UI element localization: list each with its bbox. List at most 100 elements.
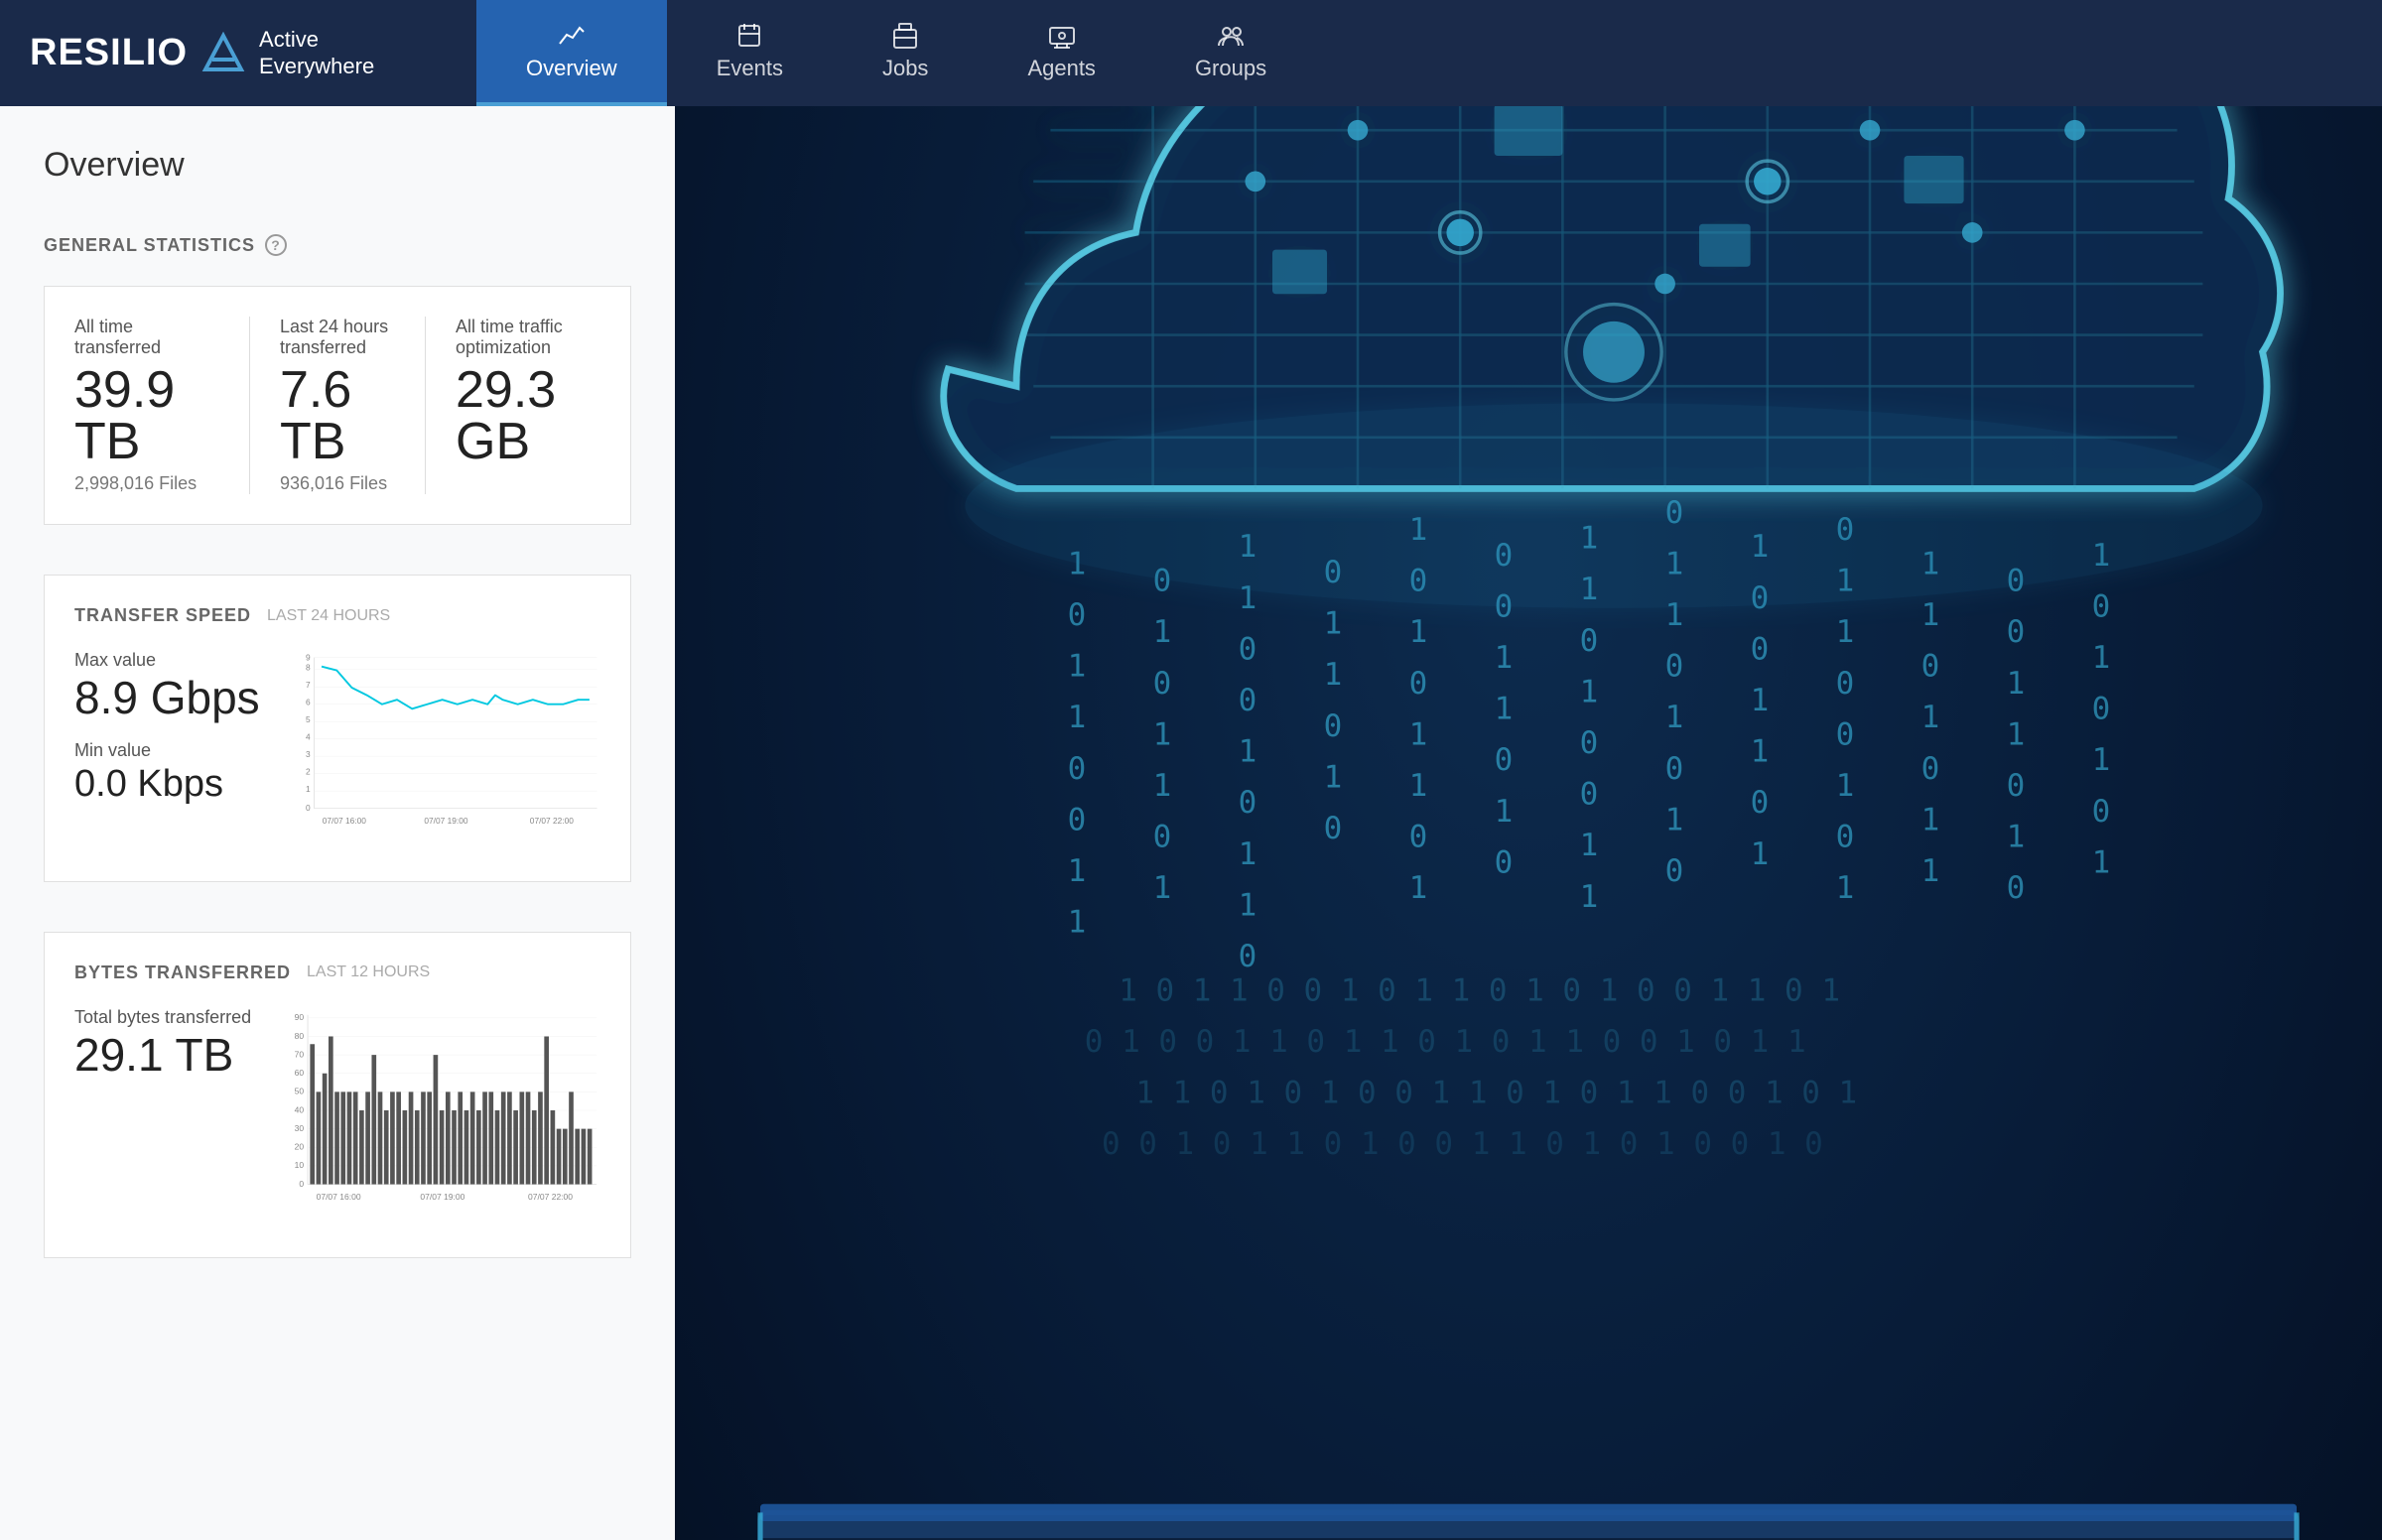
svg-text:1: 1: [1409, 614, 1428, 650]
svg-text:9: 9: [306, 653, 311, 663]
navbar: RESILIO Active Everywhere Overview: [0, 0, 2382, 106]
svg-text:1: 1: [1580, 879, 1599, 915]
svg-text:1: 1: [2007, 666, 2026, 702]
tab-agents[interactable]: Agents: [978, 0, 1145, 106]
svg-text:0: 0: [1153, 666, 1172, 702]
svg-text:0: 0: [1580, 777, 1599, 813]
svg-text:1: 1: [1921, 597, 1940, 633]
help-icon[interactable]: ?: [265, 234, 287, 256]
jobs-icon: [891, 22, 919, 50]
events-icon: [735, 22, 763, 50]
cloud-illustration: 1 0 1 1 0 0 1 1 0 1 0 1 1 0 1 1 1 0 0 1 0 1 1 0 0 1 1 0 1 0…: [675, 106, 2382, 1540]
svg-text:1: 1: [1836, 870, 1855, 906]
svg-text:0: 0: [1409, 666, 1428, 702]
svg-text:0: 0: [306, 803, 311, 813]
svg-text:30: 30: [295, 1123, 305, 1133]
svg-text:0: 0: [1921, 751, 1940, 787]
svg-text:0: 0: [2092, 794, 2111, 830]
svg-text:1 0 1 1 0 0 1 0 1 1 0 1 0 1 0: 1 0 1 1 0 0 1 0 1 1 0 1 0 1 0 0 1 1 0 1: [1119, 972, 1840, 1008]
svg-text:1: 1: [1324, 759, 1343, 795]
svg-text:1: 1: [1239, 836, 1257, 872]
bytes-transferred-header: BYTES TRANSFERRED LAST 12 HOURS: [74, 962, 600, 983]
svg-text:1: 1: [2092, 742, 2111, 778]
transfer-speed-meta: Max value 8.9 Gbps Min value 0.0 Kbps: [74, 650, 260, 823]
transfer-speed-chart-row: Max value 8.9 Gbps Min value 0.0 Kbps AV…: [74, 650, 600, 851]
svg-text:0: 0: [1665, 853, 1684, 889]
svg-text:40: 40: [295, 1104, 305, 1114]
svg-text:1: 1: [1836, 768, 1855, 804]
svg-text:0: 0: [1580, 725, 1599, 761]
main-area: Overview GENERAL STATISTICS ? All time t…: [0, 106, 2382, 1540]
svg-text:0: 0: [1239, 631, 1257, 667]
svg-text:0: 0: [1239, 785, 1257, 821]
general-stats-section: All time transferred 39.9 TB 2,998,016 F…: [44, 286, 631, 525]
svg-text:1: 1: [1495, 692, 1514, 727]
transfer-speed-header: TRANSFER SPEED LAST 24 HOURS: [74, 605, 600, 626]
groups-icon: [1217, 22, 1245, 50]
svg-text:1: 1: [1153, 768, 1172, 804]
left-panel: Overview GENERAL STATISTICS ? All time t…: [0, 106, 675, 1540]
svg-text:1: 1: [1239, 887, 1257, 923]
svg-text:1: 1: [1068, 649, 1087, 685]
logo-subtitle: Active Everywhere: [259, 27, 374, 79]
svg-text:0: 0: [1580, 623, 1599, 659]
svg-text:10: 10: [295, 1160, 305, 1170]
svg-text:1: 1: [1153, 870, 1172, 906]
svg-text:3: 3: [306, 749, 311, 759]
svg-text:1: 1: [306, 784, 311, 794]
svg-text:0: 0: [1921, 649, 1940, 685]
right-panel: 1 0 1 1 0 0 1 1 0 1 0 1 1 0 1 1 1 0 0 1 0 1 1 0 0 1 1 0 1 0…: [675, 106, 2382, 1540]
svg-text:1 1 0 1 0 1 0 0 1 1 0 1 0 1 1: 1 1 0 1 0 1 0 0 1 1 0 1 0 1 1 0 0 1 0 1: [1135, 1076, 1857, 1111]
overview-icon: [558, 22, 586, 50]
svg-text:0: 0: [2092, 588, 2111, 624]
svg-text:07/07 16:00: 07/07 16:00: [322, 816, 366, 826]
svg-text:0: 0: [1836, 666, 1855, 702]
svg-text:0: 0: [1836, 716, 1855, 752]
stats-grid: All time transferred 39.9 TB 2,998,016 F…: [74, 317, 600, 494]
svg-text:5: 5: [306, 714, 311, 724]
svg-text:2: 2: [306, 766, 311, 776]
svg-text:7: 7: [306, 680, 311, 690]
tab-jobs[interactable]: Jobs: [833, 0, 978, 106]
svg-text:8: 8: [306, 663, 311, 673]
svg-text:0: 0: [2007, 870, 2026, 906]
svg-text:6: 6: [306, 697, 311, 706]
logo-area: RESILIO Active Everywhere: [0, 0, 476, 106]
svg-text:0: 0: [299, 1179, 304, 1189]
svg-text:50: 50: [295, 1086, 305, 1095]
svg-text:07/07 19:00: 07/07 19:00: [424, 816, 468, 826]
tab-groups[interactable]: Groups: [1145, 0, 1316, 106]
svg-text:1: 1: [1153, 716, 1172, 752]
svg-text:1: 1: [1921, 853, 1940, 889]
agents-icon: [1048, 22, 1076, 50]
svg-text:1: 1: [1495, 794, 1514, 830]
tab-overview[interactable]: Overview: [476, 0, 667, 106]
server-rack-illustration: [760, 1504, 2297, 1540]
svg-text:1: 1: [1324, 657, 1343, 693]
svg-text:1: 1: [2092, 640, 2111, 676]
tab-events[interactable]: Events: [667, 0, 833, 106]
svg-text:1: 1: [1580, 674, 1599, 709]
svg-text:0: 0: [1665, 751, 1684, 787]
nav-tabs: Overview Events Jobs: [476, 0, 1316, 106]
svg-text:1: 1: [1068, 905, 1087, 941]
svg-text:0: 0: [1665, 649, 1684, 685]
svg-text:0: 0: [1239, 939, 1257, 974]
svg-text:1: 1: [2007, 820, 2026, 855]
svg-text:07/07 22:00: 07/07 22:00: [529, 816, 574, 826]
svg-text:60: 60: [295, 1068, 305, 1078]
bytes-transferred-section: BYTES TRANSFERRED LAST 12 HOURS Total by…: [44, 932, 631, 1258]
svg-text:0: 0: [1836, 820, 1855, 855]
svg-text:0: 0: [1324, 708, 1343, 744]
transfer-speed-section: TRANSFER SPEED LAST 24 HOURS Max value 8…: [44, 575, 631, 882]
svg-text:0: 0: [2007, 768, 2026, 804]
svg-text:0: 0: [2007, 614, 2026, 650]
svg-text:07/07 16:00: 07/07 16:00: [317, 1192, 361, 1202]
svg-text:0: 0: [1068, 597, 1087, 633]
svg-text:0 0 1 0 1 1 0 1 0 0 1 1 0 1 0: 0 0 1 0 1 1 0 1 0 0 1 1 0 1 0 1 0 0 1 0: [1102, 1126, 1823, 1162]
svg-text:1: 1: [1665, 700, 1684, 735]
svg-text:0: 0: [1068, 802, 1087, 837]
svg-text:1: 1: [1324, 606, 1343, 642]
svg-text:1: 1: [1153, 614, 1172, 650]
bytes-transferred-meta: Total bytes transferred 29.1 TB: [74, 1007, 253, 1097]
